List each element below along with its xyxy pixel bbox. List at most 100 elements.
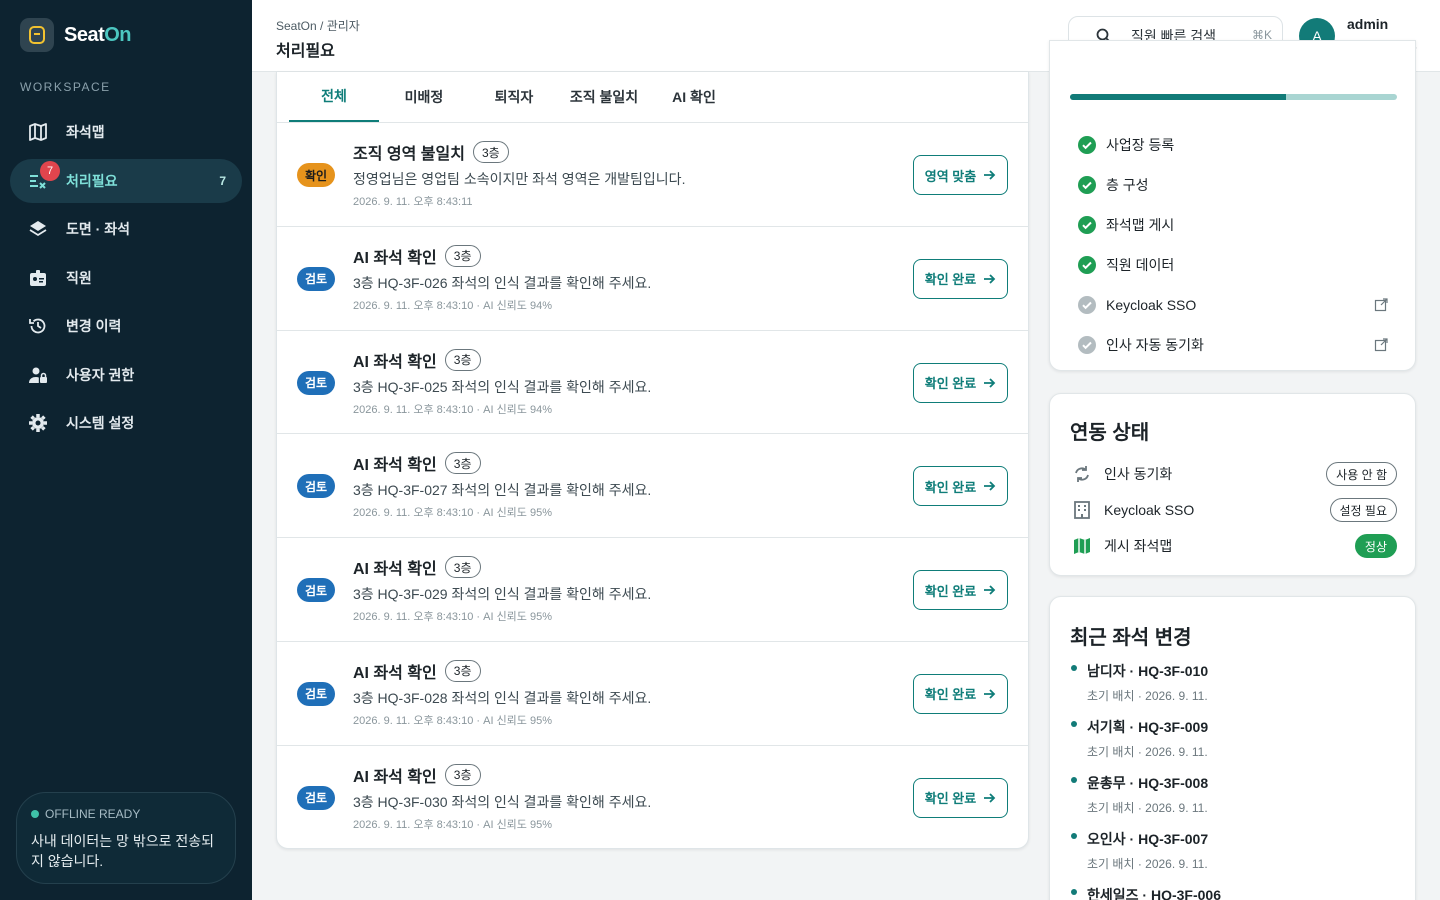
sidebar-item-0[interactable]: 좌석맵 [10,110,242,154]
tab-2[interactable]: 퇴직자 [469,72,559,122]
recent-sub: 초기 배치 · 2026. 9. 11. [1087,857,1208,871]
arrow-right-icon [984,689,996,699]
floor-pill: 3층 [444,659,481,682]
sidebar-item-3[interactable]: 직원 [10,256,242,300]
task-action-label: 확인 완료 [924,272,977,288]
sync-row: 인사 동기화 사용 안 함 [1072,461,1397,487]
task-row[interactable]: 검토 AI 좌석 확인 3층 3층 HQ-3F-029 좌석의 인식 결과를 확인해 … [277,538,1028,642]
task-type-chip: 검토 [297,578,336,603]
sync-row: Keycloak SSO 설정 필요 [1072,497,1397,523]
status-dot [31,810,39,818]
setup-panel: 사업장 등록 층 구성 좌석맵 게시 직원 데이터 Keycloak SSO 인사 자동 … [1049,40,1416,371]
task-desc: 3층 HQ-3F-029 좌석의 인식 결과를 확인해 주세요. [353,586,652,603]
task-row[interactable]: 검토 AI 좌석 확인 3층 3층 HQ-3F-027 좌석의 인식 결과를 확인해 … [277,434,1028,539]
arrow-right-icon [984,585,996,595]
task-action-button[interactable]: 확인 완료 [913,258,1008,299]
task-desc: 정영업님은 영업팀 소속이지만 좌석 영역은 개발팀입니다. [353,171,686,187]
timeline-dot [1071,665,1077,671]
recent-title: 서기획 · HQ-3F-009 [1087,719,1209,735]
recent-sub: 초기 배치 · 2026. 9. 11. [1087,801,1208,815]
sidebar-item-label: 시스템 설정 [66,415,135,431]
brand[interactable]: SeatOn [20,18,132,52]
sidebar-item-1[interactable]: 처리필요 7 7 [10,158,242,203]
offline-notice: OFFLINE READY 사내 데이터는 망 밖으로 전송되지 않습니다. [16,792,236,884]
recent-title: 남디자 · HQ-3F-010 [1087,663,1209,679]
task-row[interactable]: 검토 AI 좌석 확인 3층 3층 HQ-3F-028 좌석의 인식 결과를 확인해 … [277,642,1028,746]
task-action-label: 확인 완료 [924,583,977,599]
task-action-label: 확인 완료 [924,479,977,495]
tab-4[interactable]: AI 확인 [649,72,739,122]
tab-1[interactable]: 미배정 [379,72,469,122]
task-title: AI 좌석 확인 [353,249,437,267]
recent-item[interactable]: 윤총무 · HQ-3F-008 초기 배치 · 2026. 9. 11. [1070,771,1400,827]
recent-item[interactable]: 오인사 · HQ-3F-007 초기 배치 · 2026. 9. 11. [1070,827,1400,883]
sync-status-badge: 설정 필요 [1329,498,1397,522]
task-type-chip: 검토 [297,266,336,291]
task-row[interactable]: 검토 AI 좌석 확인 3층 3층 HQ-3F-026 좌석의 인식 결과를 확인해 … [277,227,1028,331]
gear-icon [26,411,50,435]
setup-item-label: 사업장 등록 [1106,137,1175,153]
setup-item: 직원 데이터 [1078,245,1388,285]
task-desc: 3층 HQ-3F-030 좌석의 인식 결과를 확인해 주세요. [353,793,652,810]
map-icon [1072,536,1092,556]
task-title: AI 좌석 확인 [353,664,437,682]
sidebar-item-label: 좌석맵 [66,124,105,140]
task-action-button[interactable]: 확인 완료 [913,362,1008,403]
tab-3[interactable]: 조직 불일치 [559,72,649,122]
setup-item[interactable]: Keycloak SSO [1078,285,1388,325]
task-desc: 3층 HQ-3F-026 좌석의 인식 결과를 확인해 주세요. [353,274,652,291]
recent-item[interactable]: 남디자 · HQ-3F-010 초기 배치 · 2026. 9. 11. [1070,659,1400,715]
check-circle-icon [1078,176,1096,194]
recent-item[interactable]: 서기획 · HQ-3F-009 초기 배치 · 2026. 9. 11. [1070,715,1400,771]
task-action-label: 확인 완료 [924,376,977,392]
task-meta: 2026. 9. 11. 오후 8:43:10 · AI 신뢰도 95% [353,818,552,831]
task-meta: 2026. 9. 11. 오후 8:43:10 · AI 신뢰도 95% [353,507,552,520]
breadcrumb[interactable]: SeatOn / 관리자 [276,17,360,34]
arrow-right-icon [984,274,996,284]
setup-item-label: 좌석맵 게시 [1106,217,1175,233]
sidebar-item-6[interactable]: 시스템 설정 [10,401,242,445]
floor-pill: 3층 [444,452,481,475]
sidebar-item-label: 변경 이력 [66,318,122,334]
recent-title: 오인사 · HQ-3F-007 [1087,831,1209,847]
task-action-button[interactable]: 영역 맞춤 [913,155,1008,195]
sync-status-badge: 정상 [1354,534,1397,558]
task-title: 조직 영역 불일치 [353,146,465,163]
nav-count: 7 [219,173,226,188]
task-title: AI 좌석 확인 [353,353,437,371]
task-action-button[interactable]: 확인 완료 [913,777,1008,818]
external-link-icon[interactable] [1374,338,1388,352]
task-action-button[interactable]: 확인 완료 [913,570,1008,611]
setup-progress-fill [1070,94,1286,100]
task-row[interactable]: 확인 조직 영역 불일치 3층 정영업님은 영업팀 소속이지만 좌석 영역은 개발팀입… [277,123,1028,227]
check-circle-icon [1078,256,1096,274]
sync-label: 인사 동기화 [1104,466,1173,482]
offline-title: OFFLINE READY [45,807,141,821]
timeline-dot [1071,889,1077,895]
task-meta: 2026. 9. 11. 오후 8:43:10 · AI 신뢰도 94% [353,403,552,416]
task-row[interactable]: 검토 AI 좌석 확인 3층 3층 HQ-3F-025 좌석의 인식 결과를 확인해 … [277,331,1028,435]
badge-icon [26,266,50,290]
task-action-button[interactable]: 확인 완료 [913,466,1008,507]
sidebar-nav: 좌석맵처리필요 7 7 도면 · 좌석직원변경 이력사용자 권한시스템 설정 [10,110,242,450]
external-link-icon[interactable] [1374,298,1388,312]
sidebar-item-5[interactable]: 사용자 권한 [10,353,242,397]
task-action-button[interactable]: 확인 완료 [913,673,1008,714]
tab-0[interactable]: 전체 [289,72,379,122]
setup-item[interactable]: 인사 자동 동기화 [1078,325,1388,365]
task-type-chip: 검토 [297,681,336,706]
sync-panel: 연동 상태 인사 동기화 사용 안 함 Keycloak SSO 설정 필요 게시 좌석… [1049,393,1416,576]
sidebar-item-4[interactable]: 변경 이력 [10,304,242,348]
user-lock-icon [26,363,50,387]
sync-title: 연동 상태 [1070,422,1150,444]
task-title: AI 좌석 확인 [353,561,437,579]
recent-item[interactable]: 한세일즈 · HQ-3F-006 [1070,883,1400,900]
task-type-chip: 확인 [297,163,336,187]
sidebar-item-2[interactable]: 도면 · 좌석 [10,207,242,251]
arrow-right-icon [984,793,996,803]
offline-desc: 사내 데이터는 망 밖으로 전송되지 않습니다. [31,833,214,869]
task-row[interactable]: 검토 AI 좌석 확인 3층 3층 HQ-3F-030 좌석의 인식 결과를 확인해 … [277,746,1028,848]
user-name[interactable]: admin [1347,16,1388,32]
pending-check-icon [1078,336,1096,354]
pending-check-icon [1078,296,1096,314]
